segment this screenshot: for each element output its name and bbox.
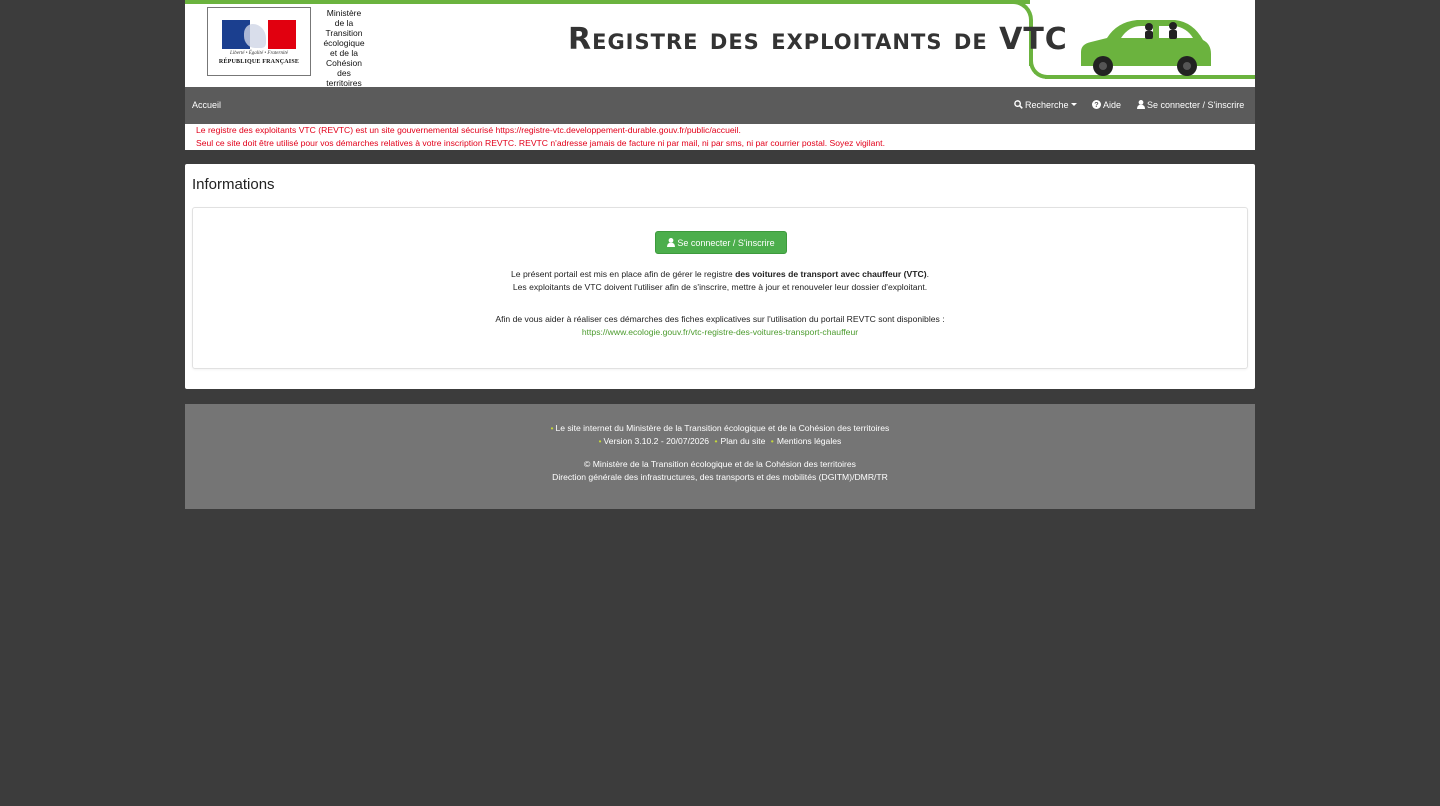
question-circle-icon: ?	[1092, 100, 1101, 109]
logo-motto: Liberté • Égalité • Fraternité	[230, 51, 288, 56]
logo-republic-label: RÉPUBLIQUE FRANÇAISE	[218, 59, 300, 65]
portal-description: Le présent portail est mis en place afin…	[511, 269, 929, 292]
footer-sitemap-link[interactable]: Plan du site	[720, 436, 765, 446]
banner-decor-line	[185, 0, 1030, 4]
footer-direction: Direction générale des infrastructures, …	[552, 472, 888, 482]
nav-home-link[interactable]: Accueil	[192, 87, 221, 124]
footer-legal-link[interactable]: Mentions légales	[777, 436, 842, 446]
page-container: Liberté • Égalité • Fraternité RÉPUBLIQU…	[185, 0, 1255, 509]
site-footer: • Le site internet du Ministère de la Tra…	[185, 404, 1255, 509]
header-banner: Liberté • Égalité • Fraternité RÉPUBLIQU…	[185, 0, 1255, 88]
footer-copyright: © Ministère de la Transition écologique …	[584, 459, 856, 469]
nav-help-link[interactable]: ? Aide	[1092, 87, 1121, 124]
footer-version: Version 3.10.2 - 20/07/2026	[603, 436, 710, 446]
ecologie-help-link[interactable]: https://www.ecologie.gouv.fr/vtc-registr…	[582, 327, 858, 337]
login-register-label: Se connecter / S'inscrire	[677, 238, 775, 248]
bullet-icon: •	[714, 436, 718, 446]
panel-title: Informations	[192, 176, 275, 193]
footer-ministry-link[interactable]: Le site internet du Ministère de la Tran…	[555, 423, 889, 433]
user-icon	[667, 238, 676, 247]
nav-login-link[interactable]: Se connecter / S'inscrire	[1137, 87, 1244, 124]
chevron-down-icon	[1070, 103, 1077, 106]
main-navbar: Accueil Recherche ? Aide Se connecter / S…	[185, 87, 1255, 124]
user-icon	[1137, 100, 1145, 109]
info-panel: Informations Se connecter / S'inscrire L…	[185, 164, 1255, 389]
site-title: Registre des exploitants de VTC	[568, 22, 1068, 57]
warning-line-1: Le registre des exploitants VTC (REVTC) …	[196, 125, 741, 135]
vtc-emphasis: des voitures de transport avec chauffeur…	[735, 269, 927, 279]
search-icon	[1014, 100, 1023, 109]
republique-francaise-logo[interactable]: Liberté • Égalité • Fraternité RÉPUBLIQU…	[207, 7, 311, 76]
nav-search-dropdown[interactable]: Recherche	[1014, 87, 1077, 124]
info-panel-body: Se connecter / S'inscrire Le présent por…	[192, 207, 1248, 369]
svg-text:?: ?	[1094, 100, 1098, 109]
security-warning: Le registre des exploitants VTC (REVTC) …	[185, 124, 1255, 150]
car-logo-icon	[1081, 20, 1211, 76]
bullet-icon: •	[598, 437, 602, 446]
ministry-name: Ministère de la Transition écologique et…	[323, 8, 365, 88]
login-register-button[interactable]: Se connecter / S'inscrire	[655, 231, 787, 254]
warning-line-2: Seul ce site doit être utilisé pour vos …	[196, 138, 885, 148]
nav-help-label: Aide	[1103, 100, 1122, 110]
nav-login-label: Se connecter / S'inscrire	[1147, 100, 1245, 110]
bullet-icon: •	[770, 436, 774, 446]
marianne-flag-icon	[222, 20, 296, 49]
bullet-icon: •	[550, 424, 554, 433]
nav-search-label: Recherche	[1025, 100, 1069, 110]
help-sheets-text: Afin de vous aider à réaliser ces démarc…	[495, 314, 945, 337]
